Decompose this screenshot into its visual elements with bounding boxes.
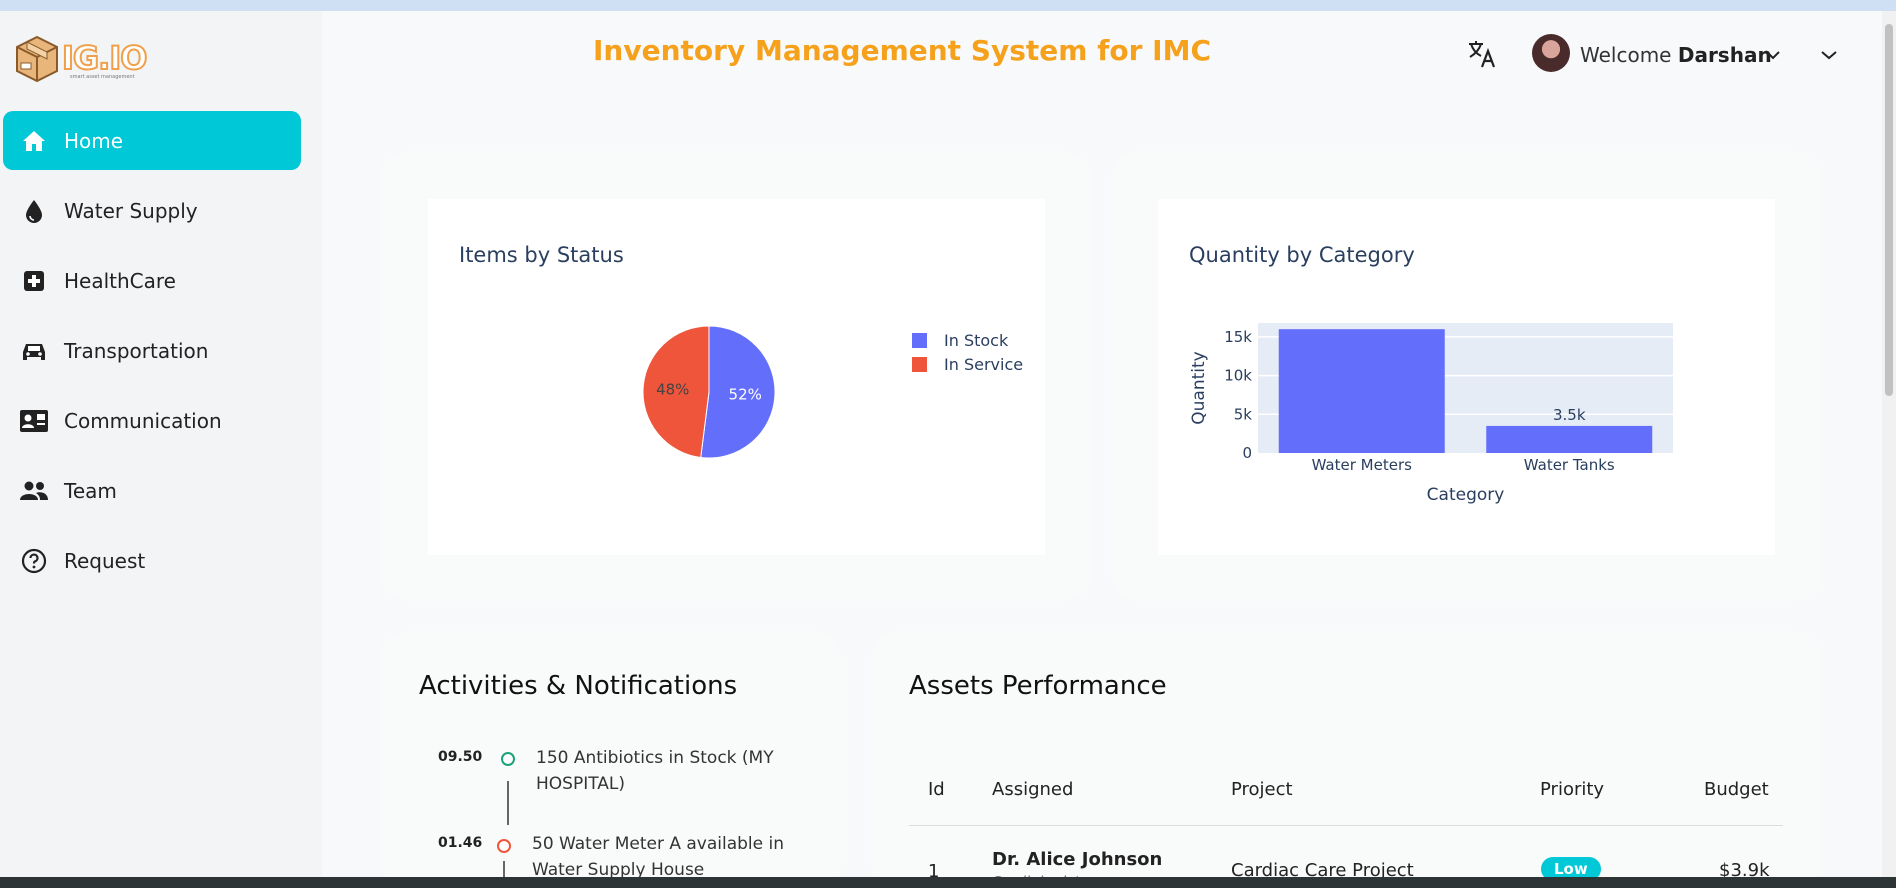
- chevron-down-icon[interactable]: [1765, 46, 1781, 65]
- quantity-by-category-card: Quantity by Category 0 5k 10k 15k Water Mete…: [1111, 151, 1821, 601]
- logo-tagline: smart asset management: [70, 74, 135, 80]
- home-icon: [19, 126, 49, 156]
- y-tick-label: 10k: [1224, 367, 1252, 385]
- sidebar-item-communication[interactable]: Communication: [3, 391, 301, 450]
- sidebar-item-transportation[interactable]: Transportation: [3, 321, 301, 380]
- contact-card-icon: [19, 406, 49, 436]
- sidebar-item-label: Request: [64, 548, 146, 573]
- pie-slice-label: 52%: [729, 385, 762, 403]
- app-logo[interactable]: IG.IO smart asset management: [14, 30, 148, 86]
- timeline-connector: [507, 781, 509, 825]
- activity-time: 09.50: [438, 749, 483, 765]
- y-axis-label: Quantity: [1189, 351, 1209, 424]
- pie-chart: 52% 48% In Stock In Service: [642, 325, 1023, 459]
- sidebar-item-label: HealthCare: [64, 268, 176, 293]
- pie-chart-panel: Items by Status 52% 48% In Stock In Service: [428, 199, 1045, 555]
- y-tick-label: 5k: [1234, 405, 1253, 423]
- water-drop-icon: [19, 196, 49, 226]
- activities-title: Activities & Notifications: [419, 671, 738, 701]
- bar-data-label: 3.5k: [1553, 406, 1586, 424]
- sidebar: IG.IO smart asset management Home Water …: [0, 11, 322, 877]
- sidebar-item-label: Water Supply: [64, 198, 198, 223]
- activity-text: 50 Water Meter A available in Water Supp…: [532, 834, 785, 880]
- assets-performance-card: Assets Performance Id Assigned Project P…: [871, 631, 1821, 888]
- table-header-divider: [909, 825, 1783, 826]
- column-header-priority[interactable]: Priority: [1540, 779, 1604, 800]
- avatar[interactable]: [1532, 34, 1570, 72]
- chevron-down-icon[interactable]: [1820, 46, 1838, 65]
- user-name: Darshan: [1677, 43, 1772, 67]
- page-title: Inventory Management System for IMC: [593, 34, 1211, 67]
- assets-title: Assets Performance: [909, 671, 1167, 701]
- browser-top-strip: [0, 0, 1896, 11]
- sidebar-item-label: Home: [64, 128, 124, 153]
- activity-time: 01.46: [438, 835, 483, 851]
- sidebar-item-water-supply[interactable]: Water Supply: [3, 181, 301, 240]
- sidebar-item-home[interactable]: Home: [3, 111, 301, 170]
- scrollbar-thumb[interactable]: [1885, 24, 1893, 396]
- sidebar-item-team[interactable]: Team: [3, 461, 301, 520]
- people-icon: [19, 476, 49, 506]
- column-header-budget[interactable]: Budget: [1704, 779, 1769, 800]
- welcome-text[interactable]: Welcome Darshan: [1580, 43, 1772, 67]
- box-logo-icon: [14, 33, 60, 83]
- welcome-label: Welcome: [1580, 43, 1672, 67]
- legend-label: In Service: [944, 355, 1023, 374]
- sidebar-nav: Home Water Supply HealthCare Transportat…: [3, 111, 301, 601]
- sidebar-item-healthcare[interactable]: HealthCare: [3, 251, 301, 310]
- sidebar-item-label: Communication: [64, 408, 222, 433]
- help-circle-icon: [19, 546, 49, 576]
- car-icon: [19, 336, 49, 366]
- bar: [1486, 425, 1653, 453]
- column-header-id[interactable]: Id: [928, 779, 945, 800]
- activities-card: Activities & Notifications 09.50 150 Ant…: [381, 631, 841, 888]
- bar-chart: 0 5k 10k 15k Water Meters Water Tanks 3.5k Cate…: [1189, 323, 1673, 505]
- row-assigned-name: Dr. Alice Johnson: [992, 849, 1163, 870]
- activity-status-dot: [497, 839, 511, 853]
- translate-icon[interactable]: [1466, 38, 1498, 70]
- medical-cross-icon: [19, 266, 49, 296]
- bar-chart-panel: Quantity by Category 0 5k 10k 15k Water Mete…: [1158, 199, 1775, 555]
- sidebar-item-request[interactable]: Request: [3, 531, 301, 590]
- legend-swatch: [912, 333, 927, 348]
- sidebar-item-label: Team: [64, 478, 117, 503]
- x-axis-label: Category: [1427, 485, 1505, 505]
- activity-text: 150 Antibiotics in Stock (MY HOSPITAL): [536, 748, 774, 794]
- column-header-project[interactable]: Project: [1231, 779, 1293, 800]
- legend-swatch: [912, 357, 927, 372]
- x-tick-label: Water Meters: [1312, 456, 1413, 474]
- x-tick-label: Water Tanks: [1524, 456, 1615, 474]
- column-header-assigned[interactable]: Assigned: [992, 779, 1073, 800]
- logo-text: IG.IO: [61, 39, 148, 77]
- items-by-status-card: Items by Status 52% 48% In Stock In Service: [381, 151, 1091, 601]
- y-tick-label: 0: [1242, 444, 1252, 462]
- activity-status-dot: [501, 752, 515, 766]
- y-tick-label: 15k: [1224, 328, 1252, 346]
- legend-label: In Stock: [944, 331, 1009, 350]
- sidebar-item-label: Transportation: [64, 338, 209, 363]
- taskbar-strip: [0, 877, 1896, 888]
- pie-slice-label: 48%: [656, 381, 689, 399]
- bar: [1278, 329, 1445, 453]
